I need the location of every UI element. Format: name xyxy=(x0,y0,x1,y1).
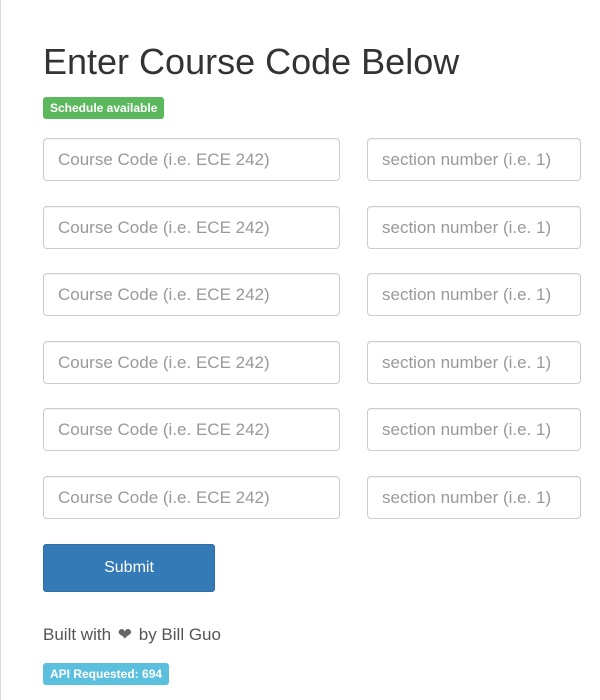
section-number-input[interactable] xyxy=(367,273,581,316)
course-code-input[interactable] xyxy=(43,341,340,384)
section-number-input[interactable] xyxy=(367,206,581,249)
footer-credit: Built with ❤ by Bill Guo xyxy=(43,624,221,646)
page-border xyxy=(0,0,1,700)
section-number-input[interactable] xyxy=(367,408,581,451)
course-code-input[interactable] xyxy=(43,273,340,316)
author-text: by Bill Guo xyxy=(138,625,221,644)
heart-icon: ❤ xyxy=(117,625,133,644)
page-title: Enter Course Code Below xyxy=(43,41,460,82)
course-row xyxy=(43,341,583,384)
course-code-input[interactable] xyxy=(43,206,340,249)
section-number-input[interactable] xyxy=(367,341,581,384)
section-number-input[interactable] xyxy=(367,476,581,519)
built-with-text: Built with xyxy=(43,625,112,644)
course-code-input[interactable] xyxy=(43,408,340,451)
schedule-status-badge: Schedule available xyxy=(43,97,165,119)
course-row xyxy=(43,476,583,519)
course-row xyxy=(43,408,583,451)
api-requested-badge: API Requested: 694 xyxy=(43,663,170,685)
course-row xyxy=(43,138,583,181)
course-row xyxy=(43,273,583,316)
course-row xyxy=(43,206,583,249)
course-code-input[interactable] xyxy=(43,476,340,519)
submit-button[interactable]: Submit xyxy=(43,544,215,592)
section-number-input[interactable] xyxy=(367,138,581,181)
course-code-input[interactable] xyxy=(43,138,340,181)
